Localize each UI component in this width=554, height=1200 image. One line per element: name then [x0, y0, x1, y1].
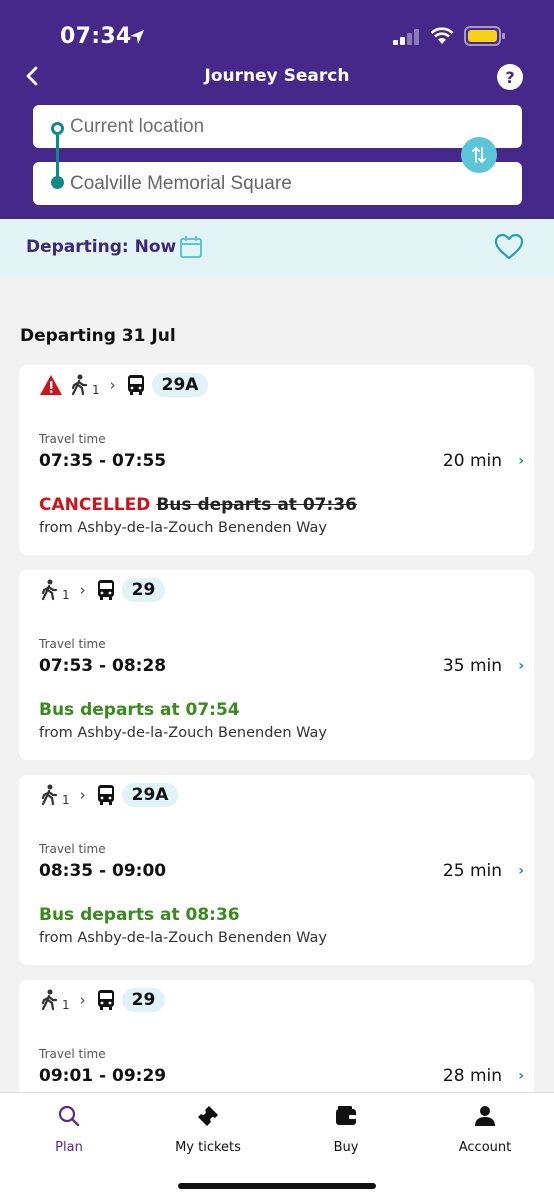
calendar-icon[interactable] [179, 235, 203, 259]
journey-times: 08:35 - 09:00 [39, 861, 167, 881]
bus-icon [97, 990, 114, 1010]
leg-separator-icon: › [79, 786, 86, 804]
home-indicator [178, 1183, 376, 1189]
tab-label: Account [458, 1140, 512, 1155]
departing-label[interactable]: Departing: Now [26, 237, 176, 257]
walk-count: 1 [92, 383, 100, 397]
bus-icon [97, 785, 114, 805]
leg-separator-icon: › [109, 376, 116, 394]
walk-count: 1 [62, 998, 70, 1012]
journey-times: 07:53 - 08:28 [39, 656, 167, 676]
journey-times: 07:35 - 07:55 [39, 451, 167, 471]
status-time: 07:34 [60, 24, 132, 49]
route-badge: 29 [121, 988, 166, 1012]
departure-stop: from Ashby-de-la-Zouch Benenden Way [39, 930, 328, 946]
leg-separator-icon: › [79, 581, 86, 599]
destination-marker-icon [51, 176, 64, 189]
departure-stop: from Ashby-de-la-Zouch Benenden Way [39, 725, 328, 741]
to-location-field[interactable]: Coalville Memorial Square [33, 162, 522, 205]
tab-label: My tickets [175, 1140, 241, 1155]
question-icon: ? [505, 67, 515, 87]
journey-card[interactable]: 1 › 29 Travel time 09:01 - 09:29 28 min … [19, 980, 534, 1092]
from-location-field[interactable]: Current location [33, 105, 522, 148]
departure-text: Bus departs at 07:36 [156, 495, 357, 515]
walk-count: 1 [62, 588, 70, 602]
departure-text: Bus departs at 08:36 [39, 905, 240, 925]
travel-time-label: Travel time [39, 842, 106, 856]
bus-icon [97, 580, 114, 600]
battery-icon [464, 26, 505, 46]
tab-my-tickets[interactable]: My tickets [148, 1104, 268, 1155]
tab-label: Buy [333, 1140, 359, 1155]
help-button[interactable]: ? [497, 64, 523, 90]
departure-text: Bus departs at 07:54 [39, 700, 240, 720]
journey-legs: 1 › 29 [39, 578, 166, 602]
route-badge: 29A [151, 373, 209, 397]
route-badge: 29 [121, 578, 166, 602]
origin-marker-icon [51, 122, 64, 135]
departure-stop: from Ashby-de-la-Zouch Benenden Way [39, 520, 328, 536]
chevron-right-icon: › [518, 863, 524, 879]
chevron-right-icon: › [518, 453, 524, 469]
journey-duration: 35 min [442, 656, 502, 676]
person-icon [475, 1106, 495, 1126]
journey-times: 09:01 - 09:29 [39, 1066, 167, 1086]
travel-time-label: Travel time [39, 432, 106, 446]
walk-icon [71, 374, 88, 396]
travel-time-label: Travel time [39, 1047, 106, 1061]
journey-legs: 1 › 29 [39, 988, 166, 1012]
location-arrow-icon [130, 30, 144, 44]
journey-duration: 20 min [442, 451, 502, 471]
travel-time-label: Travel time [39, 637, 106, 651]
journey-duration: 25 min [442, 861, 502, 881]
tab-plan[interactable]: Plan [9, 1104, 129, 1155]
walk-count: 1 [62, 793, 70, 807]
wallet-icon [336, 1106, 356, 1125]
walk-icon [41, 579, 58, 601]
cellular-signal-icon [393, 29, 419, 45]
route-connector-line [56, 128, 59, 182]
page-title: Journey Search [204, 66, 350, 86]
tab-account[interactable]: Account [425, 1104, 545, 1155]
journey-card[interactable]: 1 › 29A Travel time 07:35 - 07:55 20 min… [19, 365, 534, 555]
swap-arrows-icon [472, 146, 486, 164]
journey-card[interactable]: 1 › 29 Travel time 07:53 - 08:28 35 min … [19, 570, 534, 760]
bus-icon [127, 375, 144, 395]
walk-icon [41, 989, 58, 1011]
leg-separator-icon: › [79, 991, 86, 1009]
journey-duration: 28 min [442, 1066, 502, 1086]
chevron-right-icon: › [518, 658, 524, 674]
section-title: Departing 31 Jul [20, 326, 176, 346]
ticket-icon [198, 1106, 218, 1126]
journey-legs: 1 › 29A [39, 373, 209, 397]
route-badge: 29A [121, 783, 179, 807]
search-icon [58, 1105, 80, 1127]
warning-icon [40, 375, 62, 395]
walk-icon [41, 784, 58, 806]
tab-buy[interactable]: Buy [286, 1104, 406, 1155]
journey-card[interactable]: 1 › 29A Travel time 08:35 - 09:00 25 min… [19, 775, 534, 965]
cancelled-label: CANCELLED [39, 495, 151, 515]
journey-legs: 1 › 29A [39, 783, 179, 807]
tab-label: Plan [55, 1140, 83, 1155]
departure-status: CANCELLED Bus departs at 07:36 [39, 495, 357, 515]
wifi-icon [430, 27, 454, 44]
chevron-right-icon: › [518, 1068, 524, 1084]
swap-locations-button[interactable] [461, 137, 497, 173]
favourite-heart-icon[interactable] [494, 233, 524, 261]
